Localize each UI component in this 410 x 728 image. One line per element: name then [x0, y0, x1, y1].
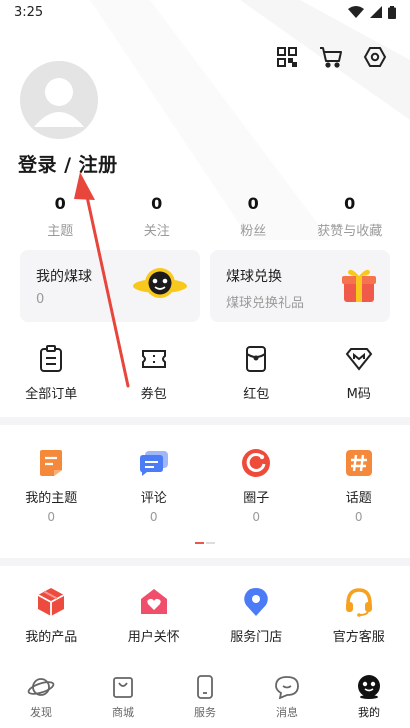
service-label: 我的产品	[25, 630, 78, 645]
stat-value: 0	[54, 194, 66, 213]
community-count: 0	[354, 510, 363, 524]
settings-hexagon-icon	[363, 47, 387, 67]
community-label: 我的主题	[25, 491, 78, 506]
m-code-icon	[345, 348, 373, 371]
community-count: 0	[149, 510, 158, 524]
nav-label: 我的	[358, 706, 380, 719]
my-coal-card[interactable]: 我的煤球 0	[20, 250, 200, 322]
default-avatar-icon	[20, 61, 98, 139]
comments-button[interactable]: 评论 0	[103, 447, 206, 524]
orders-row: 全部订单 券包 红包 M码	[0, 343, 410, 402]
community-row: 我的主题 0 评论 0 圈子 0 话题 0	[0, 447, 410, 524]
m-code-button[interactable]: M码	[308, 343, 410, 402]
status-time: 3:25	[14, 4, 44, 20]
cart-icon	[320, 47, 342, 68]
page-indicator	[195, 542, 215, 544]
stat-label: 关注	[143, 224, 170, 239]
stat-likes-favorites[interactable]: 0 获赞与收藏	[302, 194, 399, 239]
red-packet-button[interactable]: 红包	[205, 343, 308, 402]
mascot-icon	[358, 675, 380, 699]
stat-label: 获赞与收藏	[317, 224, 383, 239]
shopping-bag-icon	[113, 677, 133, 698]
top-actions	[274, 44, 388, 70]
order-label: 券包	[140, 387, 167, 402]
wifi-icon	[348, 6, 364, 18]
community-label: 话题	[345, 491, 372, 506]
stat-value: 0	[151, 194, 163, 213]
phone-icon	[197, 675, 213, 699]
section-divider	[0, 417, 410, 425]
avatar[interactable]	[20, 61, 98, 139]
services-row: 我的产品 用户关怀 服务门店 官方客服	[0, 586, 410, 645]
service-stores-button[interactable]: 服务门店	[205, 586, 308, 645]
red-packet-icon	[246, 346, 267, 372]
nav-tab-mall[interactable]: 商城	[82, 668, 164, 728]
location-pin-icon	[244, 588, 269, 616]
gift-icon	[342, 269, 376, 302]
cart-button[interactable]	[318, 44, 344, 70]
section-divider	[0, 558, 410, 566]
nav-tab-service[interactable]: 服务	[164, 668, 246, 728]
stat-followers[interactable]: 0 粉丝	[205, 194, 302, 239]
profile-stats: 0 主题 0 关注 0 粉丝 0 获赞与收藏	[12, 194, 398, 239]
settings-button[interactable]	[362, 44, 388, 70]
all-orders-button[interactable]: 全部订单	[0, 343, 103, 402]
care-house-icon	[140, 589, 167, 614]
community-count: 0	[47, 510, 56, 524]
nav-tab-messages[interactable]: 消息	[246, 668, 328, 728]
order-label: 红包	[243, 387, 270, 402]
nav-label: 消息	[276, 706, 298, 719]
community-count: 0	[252, 510, 261, 524]
user-care-button[interactable]: 用户关怀	[103, 586, 206, 645]
planet-icon	[27, 678, 55, 696]
page-dot	[206, 542, 215, 544]
signal-icon	[370, 6, 382, 18]
stat-following[interactable]: 0 关注	[109, 194, 206, 239]
stat-label: 主题	[47, 224, 74, 239]
nav-tab-discover[interactable]: 发现	[0, 668, 82, 728]
clipboard-icon	[40, 345, 63, 372]
customer-service-button[interactable]: 官方客服	[308, 586, 410, 645]
community-label: 圈子	[243, 491, 270, 506]
nav-label: 发现	[30, 706, 52, 719]
order-label: 全部订单	[25, 387, 78, 402]
circles-button[interactable]: 圈子 0	[205, 447, 308, 524]
order-label: M码	[346, 387, 371, 402]
status-icons	[348, 5, 396, 19]
coal-mascot-icon	[133, 268, 187, 298]
qr-code-icon	[277, 47, 297, 67]
document-icon	[40, 450, 63, 476]
stat-topics[interactable]: 0 主题	[12, 194, 109, 239]
nav-tab-mine[interactable]: 我的	[328, 668, 410, 728]
service-label: 用户关怀	[127, 630, 180, 645]
my-topics-button[interactable]: 我的主题 0	[0, 447, 103, 524]
page-dot-active	[195, 542, 204, 544]
bottom-navigation: 发现 商城 服务 消息 我的	[0, 668, 410, 728]
my-products-button[interactable]: 我的产品	[0, 586, 103, 645]
product-box-icon	[37, 588, 65, 616]
qr-code-button[interactable]	[274, 44, 300, 70]
coal-exchange-card[interactable]: 煤球兑换 煤球兑换礼品	[210, 250, 390, 322]
coupon-wallet-button[interactable]: 券包	[103, 343, 206, 402]
circle-icon	[242, 449, 271, 477]
nav-label: 服务	[194, 706, 216, 719]
hashtag-icon	[345, 450, 372, 476]
community-label: 评论	[140, 491, 167, 506]
topics-button[interactable]: 话题 0	[308, 447, 410, 524]
comment-icon	[139, 451, 168, 476]
coal-cards: 我的煤球 0 煤球兑换 煤球兑换礼品	[20, 250, 390, 322]
status-bar: 3:25	[0, 0, 410, 24]
service-label: 服务门店	[230, 630, 283, 645]
stat-value: 0	[247, 194, 259, 213]
chat-icon	[275, 676, 299, 699]
headset-icon	[345, 588, 372, 617]
service-label: 官方客服	[332, 630, 385, 645]
login-register-link[interactable]: 登录 / 注册	[18, 150, 118, 177]
battery-icon	[388, 5, 396, 19]
stat-value: 0	[344, 194, 356, 213]
ticket-icon	[141, 350, 166, 368]
nav-label: 商城	[112, 706, 134, 719]
stat-label: 粉丝	[240, 224, 267, 239]
